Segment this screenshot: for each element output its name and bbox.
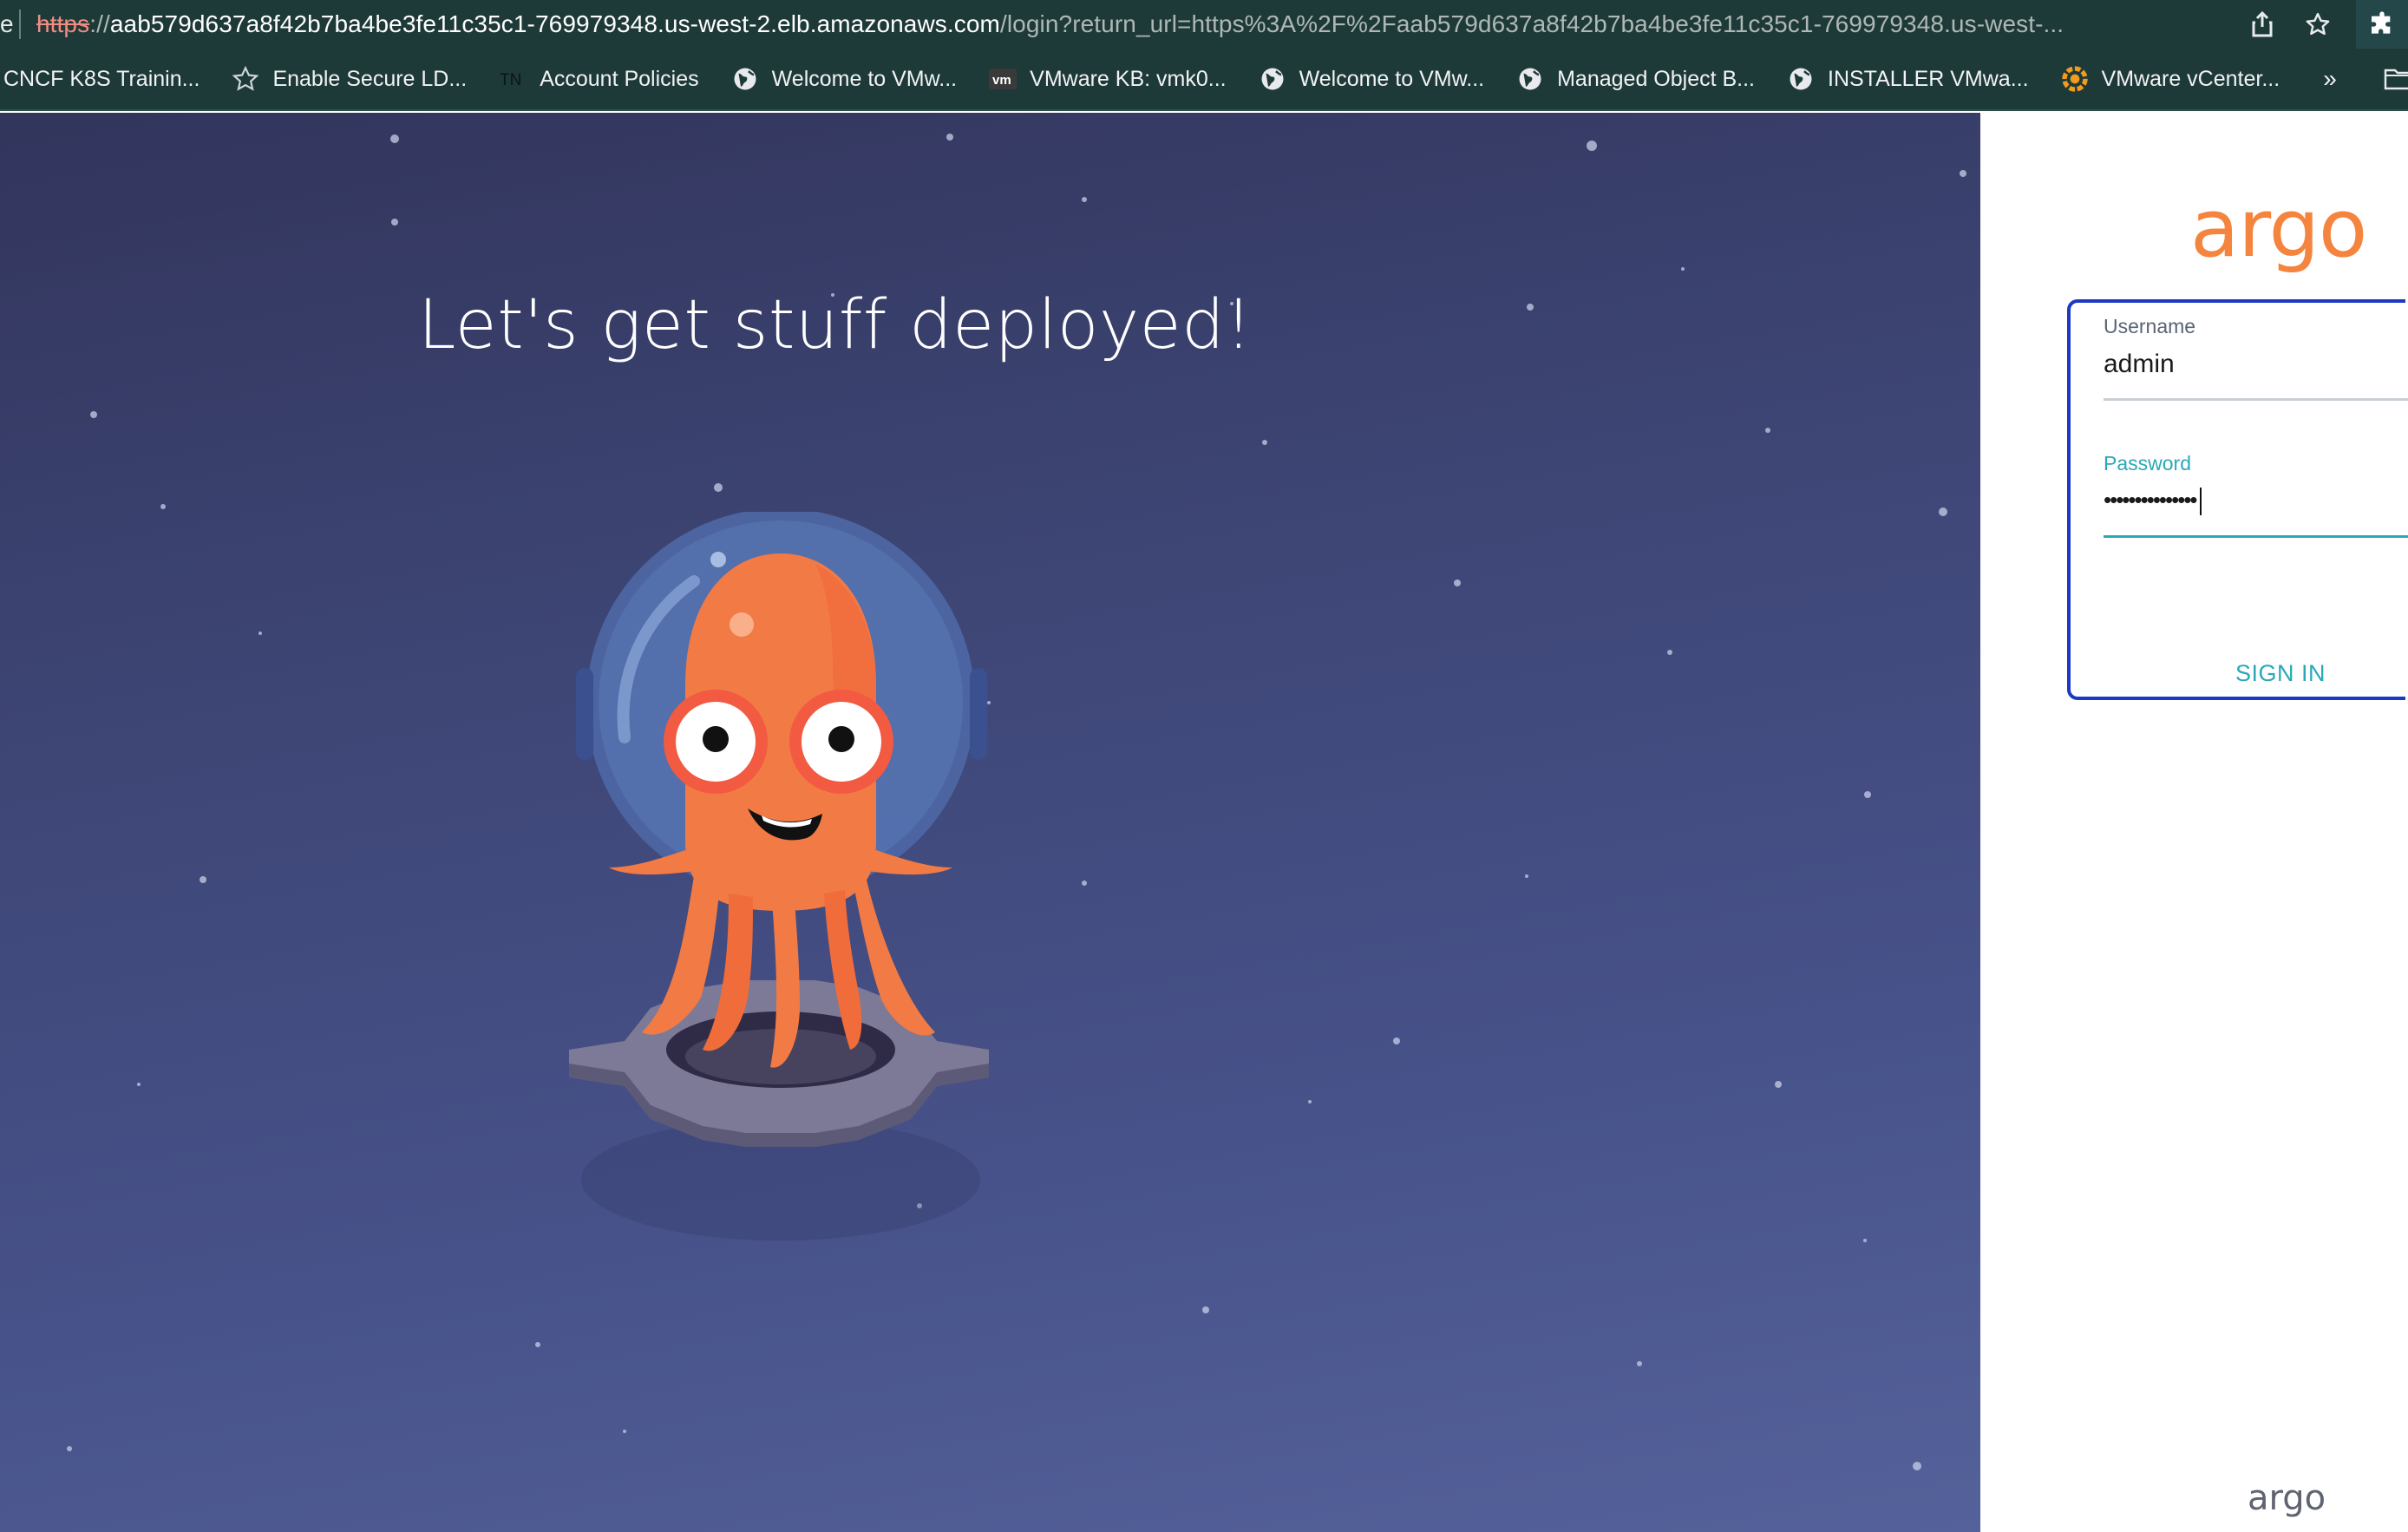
password-field[interactable]: ••••••••••••••• [2104, 487, 2202, 516]
globe-icon [1515, 64, 1545, 94]
folder-icon [2384, 64, 2408, 94]
globe-icon [730, 64, 760, 94]
bookmark-label: Enable Secure LD... [272, 66, 468, 91]
star-outline-icon [231, 64, 260, 94]
url-host: aab579d637a8f42b7ba4be3fe11c35c1-7699793… [109, 10, 1000, 37]
vcenter-icon [2060, 64, 2090, 94]
login-panel: argo Username admin Password •••••••••••… [1980, 113, 2408, 1532]
tab-edge: e [0, 10, 14, 37]
password-label: Password [2104, 452, 2191, 475]
vm-icon: vm [988, 64, 1018, 94]
toolbar-icons [2226, 0, 2408, 49]
bookmark-item[interactable]: TN Account Policies [498, 64, 698, 94]
address-divider [19, 10, 21, 39]
hero-title: Let's get stuff deployed! [418, 286, 1253, 364]
bookmark-label: VMware KB: vmk0... [1030, 66, 1227, 91]
url-separator: :// [89, 10, 110, 37]
bookmark-item[interactable]: Welcome to VMw... [1258, 64, 1485, 94]
argo-footer-logo: argo [2248, 1478, 2326, 1518]
star-icon[interactable] [2299, 5, 2337, 43]
bookmark-item[interactable]: Welcome to VMw... [730, 64, 958, 94]
argo-octopus-mascot [569, 512, 989, 1241]
svg-text:TN: TN [500, 71, 521, 89]
password-underline [2104, 535, 2408, 538]
svg-text:vm: vm [992, 73, 1011, 88]
login-form: Username admin Password ••••••••••••••• … [2067, 299, 2408, 700]
bookmarks-bar: CNCF K8S Trainin... Enable Secure LD... … [0, 49, 2408, 111]
bookmark-label: Welcome to VMw... [1299, 66, 1485, 91]
username-field[interactable]: admin [2104, 350, 2175, 379]
bookmark-label: INSTALLER VMwa... [1828, 66, 2029, 91]
bookmark-label: CNCF K8S Trainin... [3, 66, 200, 91]
bookmark-item[interactable]: Managed Object B... [1515, 64, 1755, 94]
bookmark-label: Welcome to VMw... [771, 66, 958, 91]
bookmark-item[interactable]: INSTALLER VMwa... [1786, 64, 2029, 94]
url-path: /login?return_url=https%3A%2F%2Faab579d6… [999, 10, 2064, 37]
tn-icon: TN [498, 64, 527, 94]
url-field[interactable]: https://aab579d637a8f42b7ba4be3fe11c35c1… [36, 10, 2222, 38]
other-bookmarks-folder[interactable]: Ot [2384, 64, 2408, 94]
bookmarks-overflow-button[interactable]: » [2323, 65, 2337, 93]
sign-in-button[interactable]: SIGN IN [2235, 660, 2326, 687]
argo-logo: argo [2190, 182, 2367, 275]
bookmark-item[interactable]: vm VMware KB: vmk0... [988, 64, 1227, 94]
globe-icon [1786, 64, 1816, 94]
share-icon[interactable] [2243, 5, 2281, 43]
puzzle-icon[interactable] [2356, 0, 2408, 49]
hero-panel: Let's get stuff deployed! [0, 113, 1980, 1532]
address-bar: e https://aab579d637a8f42b7ba4be3fe11c35… [0, 0, 2408, 49]
bookmark-item[interactable]: Enable Secure LD... [231, 64, 467, 94]
password-masked-value: ••••••••••••••• [2104, 487, 2198, 513]
username-label: Username [2104, 315, 2196, 337]
globe-icon [1258, 64, 1287, 94]
url-protocol: https [36, 10, 90, 37]
bookmark-item[interactable]: VMware vCenter... [2060, 64, 2280, 94]
bookmark-item[interactable]: CNCF K8S Trainin... [3, 67, 200, 92]
bookmark-label: VMware vCenter... [2101, 66, 2280, 91]
bookmark-label: Managed Object B... [1557, 66, 1755, 91]
username-underline [2104, 398, 2408, 401]
bookmark-label: Account Policies [540, 66, 699, 91]
text-caret [2199, 488, 2202, 516]
